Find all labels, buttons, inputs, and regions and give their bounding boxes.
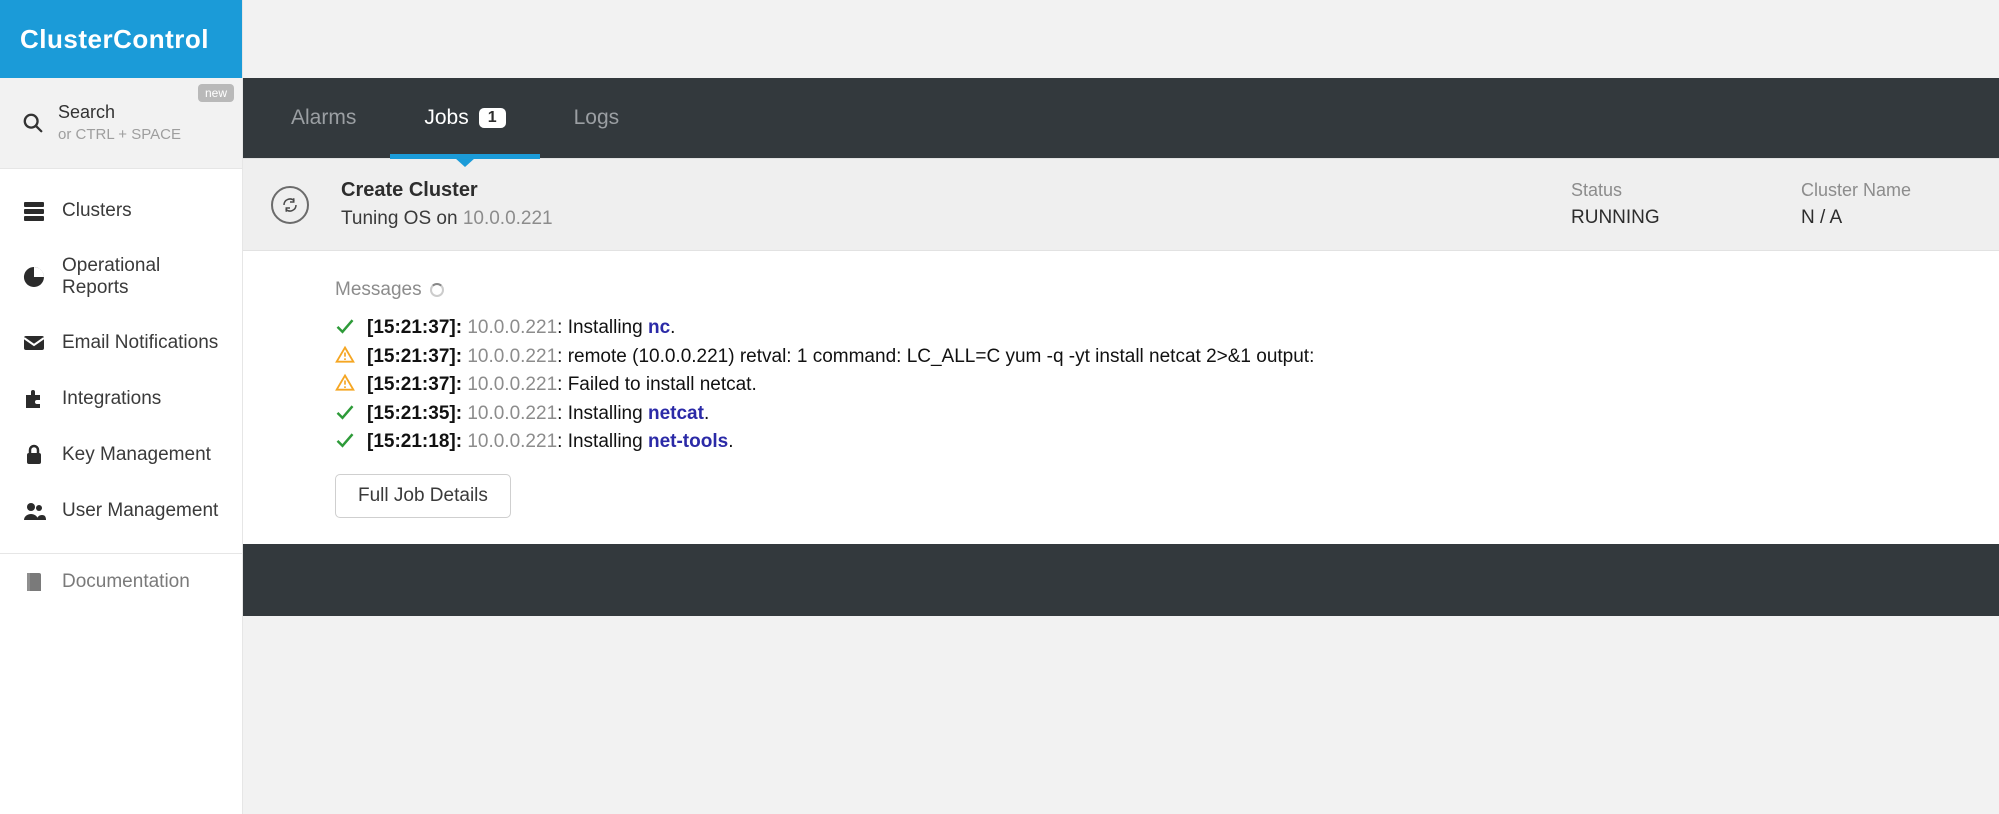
book-icon — [22, 570, 46, 594]
job-title: Create Cluster — [341, 179, 1511, 202]
message-timestamp: [15:21:37]: — [367, 374, 462, 395]
mail-icon — [22, 331, 46, 355]
sidebar-item-label: Clusters — [62, 200, 132, 222]
sidebar-item-label: Integrations — [62, 388, 161, 410]
brand-logo: ClusterControl — [0, 0, 242, 78]
messages-panel: Messages [15:21:37]: 10.0.0.221: Install… — [243, 251, 1999, 544]
jobs-count-badge: 1 — [479, 108, 506, 128]
message-timestamp: [15:21:18]: — [367, 431, 462, 452]
sidebar-item-label: Key Management — [62, 444, 211, 466]
message-text: : Installing — [557, 431, 648, 452]
content: Alarms Jobs 1 Logs Create Cluster — [243, 0, 1999, 814]
puzzle-icon — [22, 387, 46, 411]
clusters-icon — [22, 199, 46, 223]
warning-icon — [335, 345, 355, 365]
search-icon — [22, 112, 44, 134]
warning-icon — [335, 373, 355, 393]
check-icon — [335, 402, 355, 422]
search-hint: or CTRL + SPACE — [58, 126, 181, 144]
sidebar-item-email[interactable]: Email Notifications — [0, 315, 242, 371]
loading-spinner-icon — [430, 283, 444, 297]
sidebar-item-clusters[interactable]: Clusters — [0, 183, 242, 239]
tab-jobs[interactable]: Jobs 1 — [390, 78, 539, 158]
message-ip: 10.0.0.221 — [467, 346, 557, 367]
message-timestamp: [15:21:37]: — [367, 346, 462, 367]
job-status-col: Status RUNNING — [1571, 180, 1741, 229]
job-header: Create Cluster Tuning OS on 10.0.0.221 S… — [243, 158, 1999, 251]
sidebar-item-label: Operational Reports — [62, 255, 220, 299]
message-package: nc — [648, 317, 670, 338]
search-label: Search — [58, 102, 181, 124]
check-icon — [335, 430, 355, 450]
message-ip: 10.0.0.221 — [467, 431, 557, 452]
message-timestamp: [15:21:35]: — [367, 403, 462, 424]
pie-chart-icon — [22, 265, 46, 289]
tab-label: Alarms — [291, 106, 356, 130]
cluster-name-label: Cluster Name — [1801, 180, 1971, 201]
message-text-after: . — [670, 317, 675, 338]
sidebar-item-label: Documentation — [62, 571, 190, 593]
job-refresh-icon[interactable] — [271, 186, 309, 224]
sidebar-item-docs[interactable]: Documentation — [0, 554, 242, 610]
sidebar-item-integrations[interactable]: Integrations — [0, 371, 242, 427]
message-text: : remote (10.0.0.221) retval: 1 command:… — [557, 346, 1314, 367]
message-row: [15:21:37]: 10.0.0.221: Installing nc. — [335, 313, 1959, 342]
tab-alarms[interactable]: Alarms — [257, 78, 390, 158]
message-text: : Installing — [557, 317, 648, 338]
check-icon — [335, 316, 355, 336]
sidebar-item-label: User Management — [62, 500, 218, 522]
sidebar-item-label: Email Notifications — [62, 332, 218, 354]
status-value: RUNNING — [1571, 207, 1741, 229]
message-ip: 10.0.0.221 — [467, 317, 557, 338]
messages-list: [15:21:37]: 10.0.0.221: Installing nc.[1… — [335, 313, 1959, 456]
messages-heading: Messages — [335, 279, 1959, 301]
tab-label: Logs — [574, 106, 620, 130]
message-ip: 10.0.0.221 — [467, 374, 557, 395]
message-row: [15:21:37]: 10.0.0.221: remote (10.0.0.2… — [335, 342, 1959, 371]
message-text: : Installing — [557, 403, 648, 424]
full-job-details-button[interactable]: Full Job Details — [335, 474, 511, 518]
message-package: netcat — [648, 403, 704, 424]
job-cluster-name-col: Cluster Name N / A — [1801, 180, 1971, 229]
status-label: Status — [1571, 180, 1741, 201]
sidebar-item-user-mgmt[interactable]: User Management — [0, 483, 242, 539]
job-subtitle: Tuning OS on 10.0.0.221 — [341, 208, 1511, 230]
sidebar: ClusterControl Search or CTRL + SPACE ne… — [0, 0, 243, 814]
sidebar-item-key-mgmt[interactable]: Key Management — [0, 427, 242, 483]
messages-heading-text: Messages — [335, 279, 422, 301]
sidebar-item-reports[interactable]: Operational Reports — [0, 239, 242, 315]
message-ip: 10.0.0.221 — [467, 403, 557, 424]
users-icon — [22, 499, 46, 523]
message-timestamp: [15:21:37]: — [367, 317, 462, 338]
message-text: : Failed to install netcat. — [557, 374, 757, 395]
message-row: [15:21:18]: 10.0.0.221: Installing net-t… — [335, 427, 1959, 456]
message-text-after: . — [704, 403, 709, 424]
tab-logs[interactable]: Logs — [540, 78, 654, 158]
new-badge: new — [198, 84, 234, 102]
message-row: [15:21:37]: 10.0.0.221: Failed to instal… — [335, 370, 1959, 399]
lock-icon — [22, 443, 46, 467]
refresh-icon — [281, 196, 299, 214]
footer-bar — [243, 544, 1999, 616]
message-row: [15:21:35]: 10.0.0.221: Installing netca… — [335, 399, 1959, 428]
message-package: net-tools — [648, 431, 728, 452]
sidebar-nav: Clusters Operational Reports Email Notif… — [0, 169, 242, 610]
tab-label: Jobs — [424, 106, 468, 130]
sidebar-search[interactable]: Search or CTRL + SPACE new — [0, 78, 242, 169]
job-subtitle-ip: 10.0.0.221 — [463, 208, 553, 229]
message-text-after: . — [728, 431, 733, 452]
job-subtitle-text: Tuning OS on — [341, 208, 463, 229]
cluster-name-value: N / A — [1801, 207, 1971, 229]
content-top-gap — [243, 0, 1999, 78]
active-tab-indicator — [455, 158, 475, 167]
tabbar: Alarms Jobs 1 Logs — [243, 78, 1999, 158]
